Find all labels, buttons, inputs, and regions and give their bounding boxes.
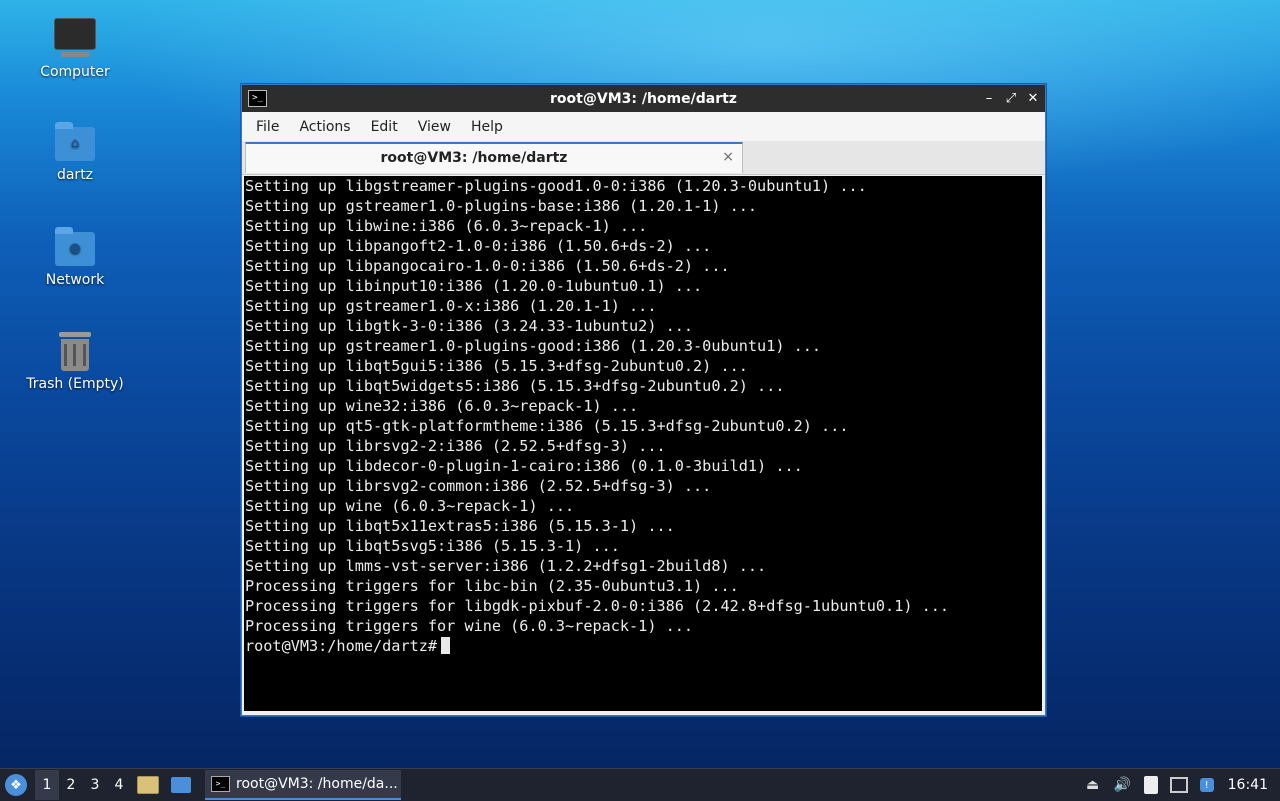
- close-button[interactable]: ✕: [1027, 91, 1039, 106]
- terminal-line: Setting up libpangocairo-1.0-0:i386 (1.5…: [245, 257, 730, 275]
- window-titlebar[interactable]: >_ root@VM3: /home/dartz – ⤢ ✕: [242, 85, 1045, 112]
- show-desktop-icon[interactable]: [171, 777, 191, 793]
- maximize-button[interactable]: ⤢: [1005, 91, 1017, 106]
- terminal-task-icon: >_: [211, 776, 230, 792]
- terminal-line: Setting up gstreamer1.0-x:i386 (1.20.1-1…: [245, 297, 657, 315]
- network-folder-icon: ●: [20, 227, 130, 266]
- terminal-line: Setting up lmms-vst-server:i386 (1.2.2+d…: [245, 557, 767, 575]
- workspace-4[interactable]: 4: [107, 770, 131, 800]
- window-title: root@VM3: /home/dartz: [550, 90, 737, 107]
- terminal-cursor: [441, 637, 451, 654]
- tab-close-icon[interactable]: ×: [722, 149, 734, 165]
- terminal-line: Setting up librsvg2-common:i386 (2.52.5+…: [245, 477, 712, 495]
- desktop-icon-label: Network: [45, 272, 105, 288]
- terminal-line: Setting up libgtk-3-0:i386 (3.24.33-1ubu…: [245, 317, 694, 335]
- tab-bar: root@VM3: /home/dartz ×: [242, 141, 1045, 175]
- terminal-line: Setting up libdecor-0-plugin-1-cairo:i38…: [245, 457, 803, 475]
- terminal-output[interactable]: Setting up libgstreamer-plugins-good1.0-…: [244, 176, 1042, 711]
- desktop-icon-label: Trash (Empty): [26, 376, 124, 392]
- terminal-line: Setting up libwine:i386 (6.0.3~repack-1)…: [245, 217, 648, 235]
- terminal-line: Setting up libinput10:i386 (1.20.0-1ubun…: [245, 277, 703, 295]
- taskbar-task-terminal[interactable]: >_ root@VM3: /home/da...: [205, 770, 401, 800]
- terminal-line: Setting up wine (6.0.3~repack-1) ...: [245, 497, 575, 515]
- workspace-3[interactable]: 3: [83, 770, 107, 800]
- workspace-2[interactable]: 2: [59, 770, 83, 800]
- system-tray: ⏏ 🔊 ! 16:41: [1078, 769, 1280, 801]
- terminal-line: Setting up libqt5gui5:i386 (5.15.3+dfsg-…: [245, 357, 748, 375]
- volume-icon[interactable]: 🔊: [1114, 776, 1132, 794]
- terminal-line: Setting up qt5-gtk-platformtheme:i386 (5…: [245, 417, 849, 435]
- computer-icon: [20, 18, 130, 57]
- terminal-line: Setting up libgstreamer-plugins-good1.0-…: [245, 177, 867, 195]
- update-notifier-icon[interactable]: !: [1199, 778, 1214, 792]
- terminal-line: Setting up libpangoft2-1.0-0:i386 (1.50.…: [245, 237, 712, 255]
- network-icon[interactable]: [1169, 777, 1188, 793]
- menu-file[interactable]: File: [246, 119, 289, 135]
- terminal-line: Setting up gstreamer1.0-plugins-good:i38…: [245, 337, 822, 355]
- clock[interactable]: 16:41: [1228, 777, 1268, 793]
- file-manager-icon[interactable]: [137, 776, 159, 794]
- terminal-line: Setting up librsvg2-2:i386 (2.52.5+dfsg-…: [245, 437, 666, 455]
- trash-icon: [20, 332, 130, 371]
- terminal-line: Setting up libqt5x11extras5:i386 (5.15.3…: [245, 517, 675, 535]
- terminal-window: >_ root@VM3: /home/dartz – ⤢ ✕ File Acti…: [241, 84, 1046, 716]
- desktop-icon-label: Computer: [40, 64, 110, 80]
- start-menu-button[interactable]: ❖: [5, 774, 27, 796]
- terminal-tab[interactable]: root@VM3: /home/dartz ×: [245, 142, 743, 173]
- eject-icon[interactable]: ⏏: [1084, 776, 1102, 794]
- clipboard-icon[interactable]: [1143, 776, 1158, 794]
- terminal-line: Setting up gstreamer1.0-plugins-base:i38…: [245, 197, 758, 215]
- desktop-icon-network[interactable]: ● Network: [20, 227, 130, 288]
- menu-help[interactable]: Help: [461, 119, 513, 135]
- desktop-icon-trash[interactable]: Trash (Empty): [20, 332, 130, 392]
- desktop-icon-computer[interactable]: Computer: [20, 18, 130, 80]
- desktop-icon-label: dartz: [56, 167, 94, 183]
- desktop-icon-dartz[interactable]: ⌂ dartz: [20, 122, 130, 183]
- terminal-line: Setting up wine32:i386 (6.0.3~repack-1) …: [245, 397, 639, 415]
- task-label: root@VM3: /home/da...: [236, 776, 398, 792]
- menu-view[interactable]: View: [408, 119, 461, 135]
- minimize-button[interactable]: –: [983, 91, 995, 106]
- taskbar: ❖ 1 2 3 4 >_ root@VM3: /home/da... ⏏ 🔊 !…: [0, 768, 1280, 801]
- menu-bar: File Actions Edit View Help: [242, 112, 1045, 141]
- terminal-prompt: root@VM3:/home/dartz#: [245, 637, 438, 655]
- workspace-1[interactable]: 1: [35, 770, 59, 800]
- terminal-line: Processing triggers for libc-bin (2.35-0…: [245, 577, 739, 595]
- tab-label: root@VM3: /home/dartz: [380, 150, 568, 166]
- home-folder-icon: ⌂: [20, 122, 130, 161]
- terminal-line: Setting up libqt5widgets5:i386 (5.15.3+d…: [245, 377, 785, 395]
- terminal-line: Processing triggers for libgdk-pixbuf-2.…: [245, 597, 950, 615]
- terminal-line: Setting up libqt5svg5:i386 (5.15.3-1) ..…: [245, 537, 620, 555]
- menu-edit[interactable]: Edit: [361, 119, 408, 135]
- menu-actions[interactable]: Actions: [289, 119, 360, 135]
- terminal-prompt-line: root@VM3:/home/dartz#: [245, 636, 1042, 656]
- terminal-line: Processing triggers for wine (6.0.3~repa…: [245, 617, 694, 635]
